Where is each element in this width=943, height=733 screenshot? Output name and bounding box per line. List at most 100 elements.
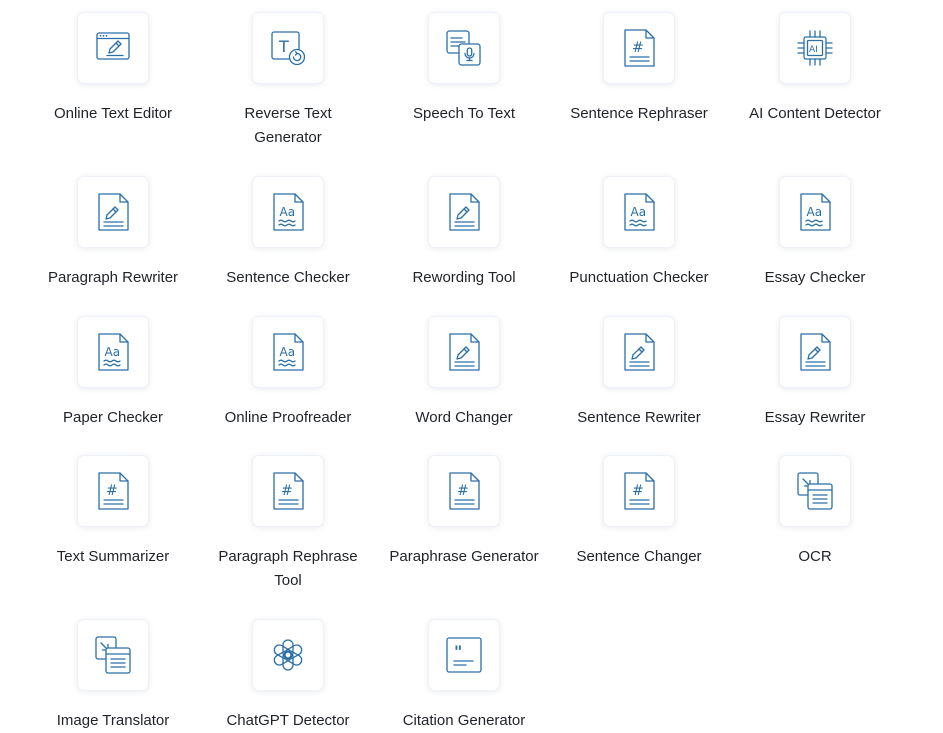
- tool-label: Paragraph Rephrase Tool: [218, 548, 358, 589]
- aa-document-icon: Aa: [98, 333, 129, 371]
- tools-grid: Online Text Editor T Reverse Text Genera…: [0, 0, 943, 731]
- svg-text:T: T: [278, 37, 289, 56]
- svg-text:#: #: [106, 483, 118, 499]
- text-reverse-icon: T: [271, 31, 306, 66]
- pencil-document-icon: [449, 193, 480, 231]
- svg-text:#: #: [457, 483, 469, 499]
- tool-essay-rewriter[interactable]: Essay Rewriter: [727, 316, 903, 430]
- tool-tile[interactable]: #: [603, 12, 675, 84]
- svg-text:#: #: [632, 40, 644, 56]
- tool-essay-checker[interactable]: Aa Essay Checker: [727, 176, 903, 290]
- tool-tile[interactable]: T: [252, 12, 324, 84]
- svg-text:#: #: [632, 483, 644, 499]
- tool-label: Image Translator: [56, 712, 170, 729]
- aa-document-icon: Aa: [624, 193, 655, 231]
- tool-paragraph-rephrase-tool[interactable]: # Paragraph Rephrase Tool: [200, 455, 376, 593]
- tool-tile[interactable]: Aa: [252, 176, 324, 248]
- svg-text:Aa: Aa: [105, 345, 121, 359]
- tool-tile[interactable]: [252, 619, 324, 691]
- tool-sentence-changer[interactable]: # Sentence Changer: [551, 455, 727, 569]
- tool-tile[interactable]: [77, 619, 149, 691]
- tool-label: Reverse Text Generator: [244, 105, 332, 146]
- tool-speech-to-text[interactable]: Speech To Text: [376, 12, 552, 126]
- tool-tile[interactable]: [77, 176, 149, 248]
- tool-paragraph-rewriter[interactable]: Paragraph Rewriter: [25, 176, 201, 290]
- tool-label: Sentence Checker: [226, 269, 350, 286]
- hash-document-icon: #: [624, 472, 655, 510]
- tool-tile[interactable]: [428, 176, 500, 248]
- quote-card-icon: ": [446, 637, 482, 673]
- tool-punctuation-checker[interactable]: Aa Punctuation Checker: [551, 176, 727, 290]
- tool-label: Word Changer: [415, 409, 513, 426]
- tool-tile[interactable]: Aa: [779, 176, 851, 248]
- tool-tile[interactable]: Aa: [77, 316, 149, 388]
- tool-label: OCR: [798, 548, 832, 565]
- tool-label: Sentence Rewriter: [577, 409, 701, 426]
- pencil-document-icon: [800, 333, 831, 371]
- tool-tile[interactable]: [603, 316, 675, 388]
- pencil-document-icon: [98, 193, 129, 231]
- image-to-text-icon: [95, 636, 131, 674]
- tool-tile[interactable]: Aa: [252, 316, 324, 388]
- tool-label: Rewording Tool: [412, 269, 516, 286]
- tool-text-summarizer[interactable]: # Text Summarizer: [25, 455, 201, 569]
- tool-tile[interactable]: [779, 316, 851, 388]
- tool-citation-generator[interactable]: " Citation Generator: [376, 619, 552, 733]
- hash-document-icon: #: [273, 472, 304, 510]
- tool-label: Paraphrase Generator: [389, 548, 539, 565]
- tool-ocr[interactable]: OCR: [727, 455, 903, 569]
- tool-tile[interactable]: [77, 12, 149, 84]
- tool-tile[interactable]: #: [252, 455, 324, 527]
- svg-text:": ": [454, 642, 462, 661]
- tool-online-text-editor[interactable]: Online Text Editor: [25, 12, 201, 126]
- tool-label: Online Text Editor: [53, 105, 173, 122]
- svg-text:Aa: Aa: [807, 205, 823, 219]
- tool-ai-content-detector[interactable]: AI AI Content Detector: [727, 12, 903, 126]
- tool-tile[interactable]: #: [603, 455, 675, 527]
- hash-document-icon: #: [98, 472, 129, 510]
- tool-tile[interactable]: ": [428, 619, 500, 691]
- tool-tile[interactable]: [428, 12, 500, 84]
- tool-reverse-text-generator[interactable]: T Reverse Text Generator: [200, 12, 376, 150]
- browser-pencil-icon: [96, 32, 130, 60]
- tool-tile[interactable]: #: [77, 455, 149, 527]
- image-to-text-icon: [797, 472, 833, 510]
- svg-text:Aa: Aa: [280, 345, 296, 359]
- svg-text:#: #: [281, 483, 293, 499]
- tool-rewording-tool[interactable]: Rewording Tool: [376, 176, 552, 290]
- tool-label: Paper Checker: [62, 409, 164, 426]
- tool-tile[interactable]: Aa: [603, 176, 675, 248]
- speech-to-text-icon: [446, 30, 481, 66]
- tool-label: Text Summarizer: [56, 548, 170, 565]
- tool-label: Essay Rewriter: [764, 409, 866, 426]
- aa-document-icon: Aa: [273, 333, 304, 371]
- tool-chatgpt-detector[interactable]: ChatGPT Detector: [200, 619, 376, 733]
- tool-label: AI Content Detector: [749, 105, 881, 122]
- svg-text:Aa: Aa: [631, 205, 647, 219]
- tool-tile[interactable]: #: [428, 455, 500, 527]
- tool-tile[interactable]: [428, 316, 500, 388]
- tool-word-changer[interactable]: Word Changer: [376, 316, 552, 430]
- aa-document-icon: Aa: [273, 193, 304, 231]
- chatgpt-logo-icon: [273, 639, 303, 671]
- tool-online-proofreader[interactable]: Aa Online Proofreader: [200, 316, 376, 430]
- tool-paper-checker[interactable]: Aa Paper Checker: [25, 316, 201, 430]
- ai-chip-icon: AI: [797, 30, 833, 66]
- tool-tile[interactable]: AI: [779, 12, 851, 84]
- hash-document-icon: #: [449, 472, 480, 510]
- tool-sentence-checker[interactable]: Aa Sentence Checker: [200, 176, 376, 290]
- tool-label: Sentence Rephraser: [570, 105, 708, 122]
- tool-label: Online Proofreader: [224, 409, 352, 426]
- tool-label: Speech To Text: [412, 105, 516, 122]
- tool-label: Sentence Changer: [576, 548, 702, 565]
- svg-text:Aa: Aa: [280, 205, 296, 219]
- tool-tile[interactable]: [779, 455, 851, 527]
- tool-sentence-rephraser[interactable]: # Sentence Rephraser: [551, 12, 727, 126]
- tool-paraphrase-generator[interactable]: # Paraphrase Generator: [376, 455, 552, 569]
- hash-document-icon: #: [624, 29, 655, 67]
- pencil-document-icon: [449, 333, 480, 371]
- tool-label: Punctuation Checker: [569, 269, 709, 286]
- tool-image-translator[interactable]: Image Translator: [25, 619, 201, 733]
- tool-sentence-rewriter[interactable]: Sentence Rewriter: [551, 316, 727, 430]
- pencil-document-icon: [624, 333, 655, 371]
